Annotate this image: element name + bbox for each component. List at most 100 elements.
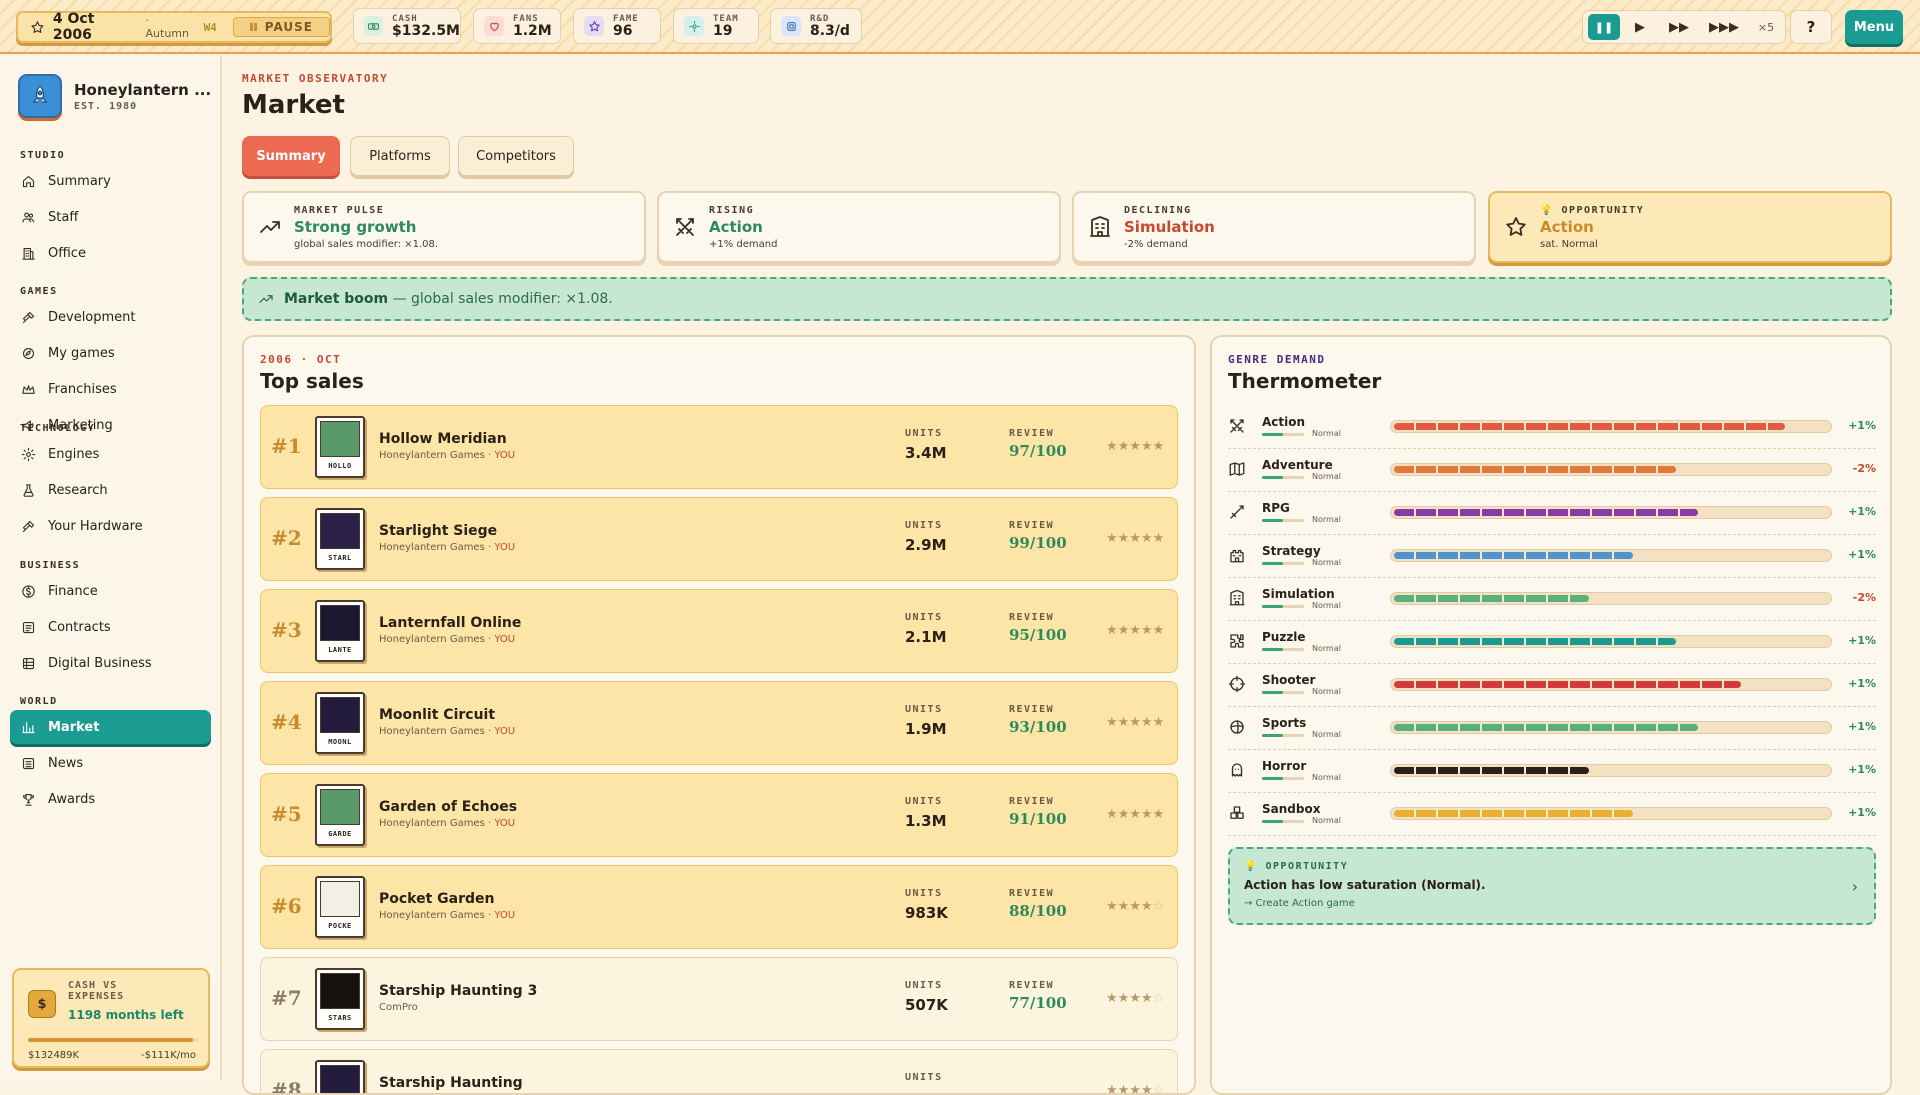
sidebar-item-market[interactable]: Market (10, 710, 211, 744)
genre-row-sports[interactable]: Sports Normal +1% (1228, 708, 1876, 750)
cash-icon (364, 16, 384, 36)
units-value: 1.9M (905, 720, 947, 738)
sales-row[interactable]: #4 MOONL Moonlit Circuit Honeylantern Games… (260, 681, 1178, 765)
genre-row-rpg[interactable]: RPG Normal +1% (1228, 493, 1876, 535)
pulse-card-rising[interactable]: RISING Action +1% demand (657, 191, 1061, 263)
sales-rank: #8 (271, 1078, 302, 1095)
sidebar-item-summary[interactable]: Summary (10, 164, 211, 198)
review-label: REVIEW (1009, 796, 1055, 807)
genre-row-strategy[interactable]: Strategy Normal +1% (1228, 536, 1876, 578)
saturation-label: Normal (1312, 730, 1341, 739)
genre-row-simulation[interactable]: Simulation Normal -2% (1228, 579, 1876, 621)
menu-button[interactable]: Menu (1845, 10, 1903, 44)
genre-name: Adventure (1262, 458, 1333, 472)
sidebar-item-franchises[interactable]: Franchises (10, 372, 211, 406)
sales-row[interactable]: #6 POCKE Pocket Garden Honeylantern Games ·… (260, 865, 1178, 949)
sidebar-item-news[interactable]: News (10, 746, 211, 780)
sales-row[interactable]: #7 STARS Starship Haunting 3 ComPro UNITS 507… (260, 957, 1178, 1041)
tab-platforms[interactable]: Platforms (350, 136, 450, 176)
cash-vs-expenses[interactable]: $ CASH VS EXPENSES 1198 months left $132… (12, 968, 210, 1068)
months-left: 1198 months left (68, 1008, 184, 1022)
stat-value: $132.5M (392, 22, 460, 39)
create-game-link[interactable]: → Create Action game (1244, 898, 1860, 909)
studio-brand[interactable]: Honeylantern ... EST. 1980 (18, 74, 211, 118)
sales-row[interactable]: #1 HOLLO Hollow Meridian Honeylantern Games… (260, 405, 1178, 489)
blocks-icon (1230, 806, 1244, 819)
stat-label: TEAM (713, 13, 739, 24)
cover-abbrev: GARDE (328, 830, 352, 838)
opportunity-card[interactable]: 💡 OPPORTUNITY Action has low saturation … (1228, 847, 1876, 925)
pulse-card-market-pulse[interactable]: MARKET PULSE Strong growth global sales mo… (242, 191, 646, 263)
stat-team[interactable]: TEAM 19 (673, 8, 759, 44)
studio-established: EST. 1980 (74, 100, 138, 112)
tab-competitors[interactable]: Competitors (458, 136, 574, 176)
saturation-label: Normal (1312, 687, 1341, 696)
genre-row-action[interactable]: Action Normal +1% (1228, 407, 1876, 449)
cover-art (320, 605, 360, 641)
genre-row-puzzle[interactable]: Puzzle Normal +1% (1228, 622, 1876, 664)
stat-fame[interactable]: FAME 96 (573, 8, 661, 44)
building-icon (1229, 589, 1245, 606)
speed-pause-button[interactable]: ❚❚ (1588, 14, 1620, 40)
genre-row-adventure[interactable]: Adventure Normal -2% (1228, 450, 1876, 492)
sales-row[interactable]: #5 GARDE Garden of Echoes Honeylantern Game… (260, 773, 1178, 857)
sidebar-item-engines[interactable]: Engines (10, 437, 211, 471)
home-icon (22, 175, 35, 187)
units-label: UNITS (905, 888, 943, 899)
speed-play-button[interactable]: ▶ (1624, 14, 1656, 40)
cover-art (320, 789, 360, 825)
help-button[interactable]: ? (1790, 10, 1832, 44)
speed-fast-button[interactable]: ▶▶ (1660, 14, 1698, 40)
saturation-bar (1262, 519, 1304, 522)
pulse-value: Action (1540, 217, 1594, 236)
stat-rd[interactable]: R&D 8.3/d (770, 8, 862, 44)
date-chip[interactable]: 4 Oct 2006 · Autumn W4 PAUSE (16, 11, 332, 43)
pulse-sub: +1% demand (709, 238, 778, 250)
sales-row[interactable]: #3 LANTE Lanternfall Online Honeylantern Ga… (260, 589, 1178, 673)
demand-delta: +1% (1848, 720, 1876, 733)
genre-row-horror[interactable]: Horror Normal +1% (1228, 751, 1876, 793)
pulse-card-declining[interactable]: DECLINING Simulation -2% demand (1072, 191, 1476, 263)
opportunity-key: OPPORTUNITY (1265, 861, 1349, 872)
pulse-key: DECLINING (1124, 204, 1192, 216)
sidebar-item-finance[interactable]: Finance (10, 574, 211, 608)
sidebar-item-awards[interactable]: Awards (10, 782, 211, 816)
genre-row-sandbox[interactable]: Sandbox Normal +1% (1228, 794, 1876, 836)
tab-summary[interactable]: Summary (242, 136, 340, 176)
saturation-bar (1262, 476, 1304, 479)
star-rating: ★★★★★ (1106, 623, 1165, 638)
sidebar-item-development[interactable]: Development (10, 300, 211, 334)
staff-icon (22, 212, 35, 222)
sidebar-item-contracts[interactable]: Contracts (10, 610, 211, 644)
sidebar-item-office[interactable]: Office (10, 236, 211, 270)
sidebar-item-digital-business[interactable]: Digital Business (10, 646, 211, 680)
game-title: Starship Haunting 3 (379, 983, 538, 999)
star-rating: ★★★★☆ (1106, 899, 1165, 914)
speed-fastest-button[interactable]: ▶▶▶ (1702, 14, 1746, 40)
pause-button[interactable]: PAUSE (232, 17, 330, 37)
sidebar-item-my-games[interactable]: My games (10, 336, 211, 370)
trend-up-icon (260, 221, 280, 233)
coin-icon: $ (28, 990, 56, 1018)
genre-row-shooter[interactable]: Shooter Normal +1% (1228, 665, 1876, 707)
you-badge: YOU (494, 450, 516, 461)
sales-row[interactable]: #2 STARL Starlight Siege Honeylantern Games… (260, 497, 1178, 581)
sales-rank: #4 (271, 710, 302, 734)
stat-fans[interactable]: FANS 1.2M (473, 8, 561, 44)
sidebar-item-your-hardware[interactable]: Your Hardware (10, 509, 211, 543)
sales-row[interactable]: #8STARSStarship HauntingComProUNITS★★★★☆ (260, 1049, 1178, 1095)
sidebar-item-staff[interactable]: Staff (10, 200, 211, 234)
sidebar-item-research[interactable]: Research (10, 473, 211, 507)
cover-abbrev: LANTE (328, 646, 352, 654)
news-icon (22, 757, 35, 769)
demand-delta: +1% (1848, 763, 1876, 776)
speed-multiplier[interactable]: ×5 (1750, 14, 1782, 40)
page-title: Market (242, 90, 345, 120)
pulse-sub: global sales modifier: ×1.08. (294, 238, 439, 250)
you-badge: YOU (494, 726, 516, 737)
saturation-bar (1262, 777, 1304, 780)
pulse-card-opportunity[interactable]: 💡 OPPORTUNITY Action sat. Normal (1488, 191, 1892, 263)
stat-cash[interactable]: CASH $132.5M (353, 8, 461, 44)
nav-section-studio: STUDIO (20, 150, 66, 161)
review-score: 93/100 (1009, 718, 1067, 736)
